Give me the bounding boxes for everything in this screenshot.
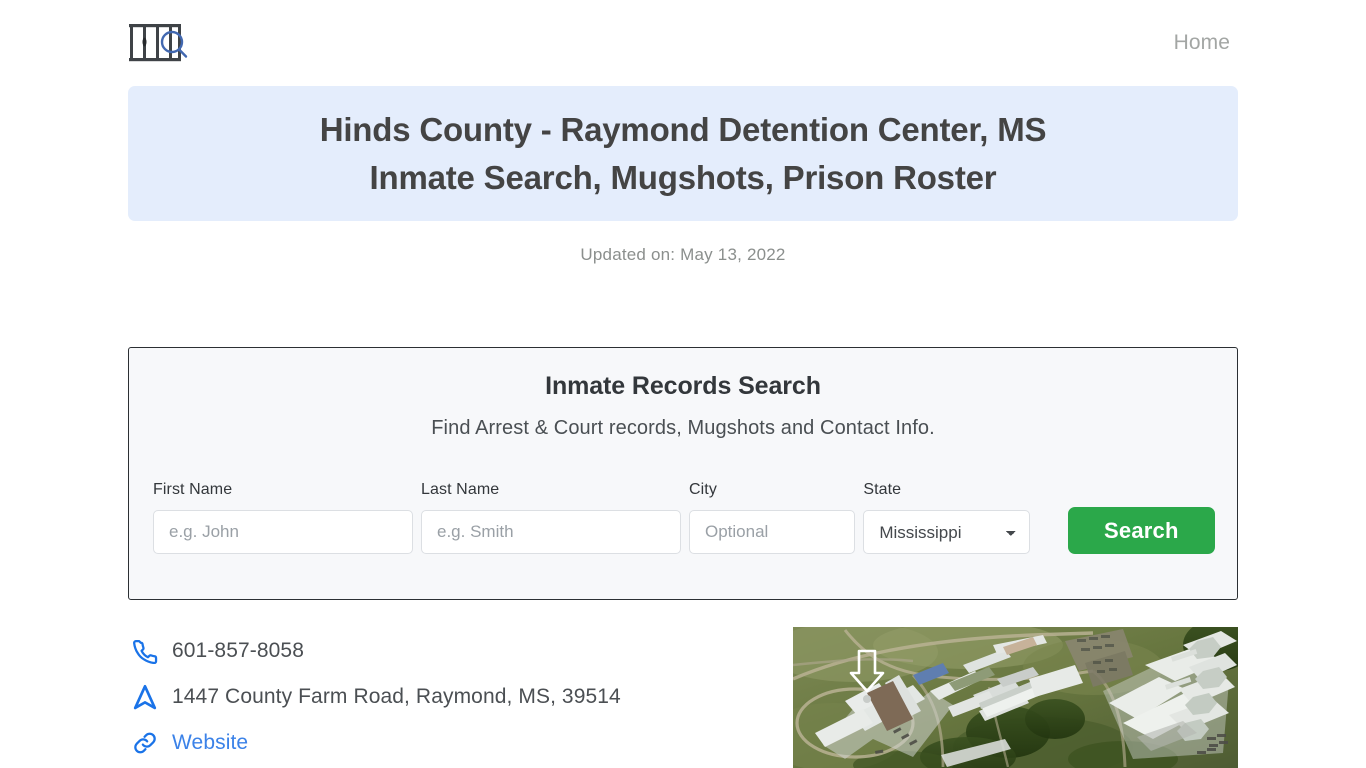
contact-row-address: 1447 County Farm Road, Raymond, MS, 3951… <box>128 674 778 719</box>
aerial-satellite-image <box>793 627 1238 768</box>
city-input[interactable] <box>689 510 856 554</box>
link-icon <box>128 728 162 758</box>
page-title-banner: Hinds County - Raymond Detention Center,… <box>128 86 1238 221</box>
state-select[interactable]: AlabamaArkansasLouisianaMississippiTenne… <box>863 510 1030 554</box>
top-navigation-bar: Home <box>0 0 1366 86</box>
city-label: City <box>689 481 717 498</box>
city-field-group: City <box>689 481 856 554</box>
website-link[interactable]: Website <box>172 731 248 755</box>
search-card-heading: Inmate Records Search <box>545 372 821 400</box>
updated-on-text: Updated on: May 13, 2022 <box>580 245 786 264</box>
last-name-field-group: Last Name <box>421 481 681 554</box>
contact-row-website: Website <box>128 720 778 765</box>
page-title: Hinds County - Raymond Detention Center,… <box>320 106 1047 202</box>
nav-links: Home <box>1174 31 1230 55</box>
last-name-input[interactable] <box>421 510 681 554</box>
state-field-group: State AlabamaArkansasLouisianaMississipp… <box>863 481 1030 554</box>
inmate-records-search-card: Inmate Records Search Find Arrest & Cour… <box>128 347 1238 600</box>
first-name-field-group: First Name <box>153 481 413 554</box>
first-name-input[interactable] <box>153 510 413 554</box>
facility-contact-info: 601-857-8058 1447 County Farm Road, Raym… <box>128 628 778 766</box>
page-root: Home Hinds County - Raymond Detention Ce… <box>0 0 1366 768</box>
phone-icon <box>128 636 162 666</box>
search-card-subheading: Find Arrest & Court records, Mugshots an… <box>431 417 935 439</box>
site-logo-link[interactable] <box>128 22 190 64</box>
navigation-arrow-icon <box>128 682 162 712</box>
contact-row-phone: 601-857-8058 <box>128 628 778 673</box>
inmate-search-form: First Name Last Name City State AlabamaA… <box>153 481 1215 554</box>
address-text[interactable]: 1447 County Farm Road, Raymond, MS, 3951… <box>172 685 621 709</box>
prison-bars-search-logo-icon <box>129 24 188 62</box>
page-title-line-2: Inmate Search, Mugshots, Prison Roster <box>369 158 997 196</box>
first-name-label: First Name <box>153 481 233 498</box>
search-submit-button[interactable]: Search <box>1067 507 1215 554</box>
nav-link-home[interactable]: Home <box>1174 31 1230 55</box>
phone-number-text[interactable]: 601-857-8058 <box>172 639 304 663</box>
last-name-label: Last Name <box>421 481 500 498</box>
page-title-line-1: Hinds County - Raymond Detention Center,… <box>319 110 1047 148</box>
state-label: State <box>863 481 902 498</box>
facility-aerial-photo[interactable] <box>793 627 1238 768</box>
